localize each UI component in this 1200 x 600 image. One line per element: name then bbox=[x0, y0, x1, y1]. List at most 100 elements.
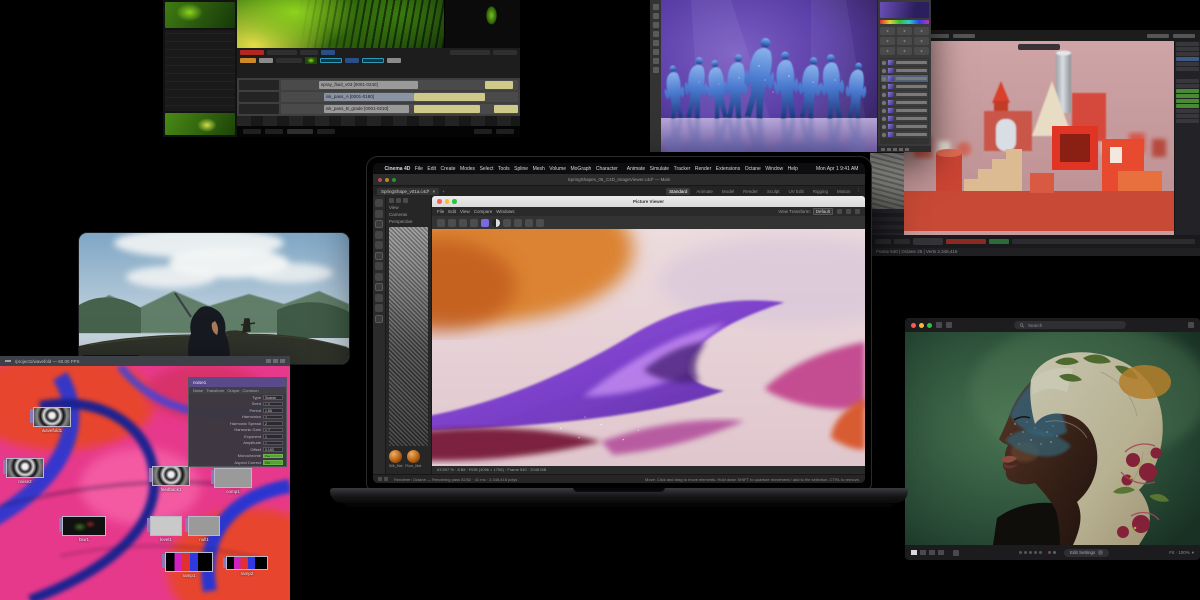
menu-item[interactable]: Octane bbox=[745, 166, 761, 172]
menu-item[interactable]: Render bbox=[695, 166, 711, 172]
status-icon[interactable] bbox=[378, 477, 382, 481]
material-swatch[interactable]: Silk_Mat bbox=[389, 450, 402, 472]
property-row[interactable] bbox=[1176, 109, 1199, 113]
layout-tab[interactable]: Render bbox=[740, 189, 761, 194]
property-row[interactable] bbox=[1176, 84, 1199, 88]
minimize-icon[interactable] bbox=[266, 359, 271, 363]
folder-icon[interactable] bbox=[437, 219, 445, 227]
view-mode-icon[interactable] bbox=[929, 550, 935, 555]
spline-tool-icon[interactable] bbox=[375, 262, 383, 270]
layer-row[interactable] bbox=[881, 99, 928, 106]
view-transform-value[interactable]: Default bbox=[813, 208, 833, 215]
search-input[interactable]: Search bbox=[1014, 321, 1126, 329]
viewlayer-selector[interactable] bbox=[1173, 34, 1195, 38]
param-tab[interactable]: Common bbox=[242, 388, 258, 393]
adjustment-icon[interactable] bbox=[880, 47, 895, 55]
menu-item[interactable]: Cinema 4D bbox=[385, 166, 411, 172]
viewport-header-chip[interactable] bbox=[1018, 44, 1060, 50]
param-tab[interactable]: Noise bbox=[193, 388, 203, 393]
new-layer-icon[interactable] bbox=[899, 148, 903, 151]
select-tool-icon[interactable] bbox=[375, 231, 383, 239]
property-row-keyed[interactable] bbox=[1176, 89, 1199, 93]
material-swatch[interactable]: Floor_Mat bbox=[405, 450, 421, 472]
track-header[interactable] bbox=[239, 80, 279, 90]
adjustment-icon[interactable] bbox=[880, 37, 895, 45]
cube-tool-icon[interactable] bbox=[375, 252, 383, 260]
operator-node[interactable]: feedback1 bbox=[152, 466, 190, 492]
menu-item[interactable]: Volume bbox=[549, 166, 566, 172]
menu-item[interactable]: Character bbox=[596, 166, 618, 172]
cloth-preview-strip[interactable] bbox=[389, 227, 428, 446]
menu-item[interactable]: Compare bbox=[474, 209, 493, 214]
close-icon[interactable] bbox=[280, 359, 285, 363]
timeline-clip[interactable]: ink_pass_A [0001-0180] bbox=[324, 93, 414, 101]
panel-label[interactable]: View bbox=[386, 204, 431, 211]
material-sphere[interactable] bbox=[407, 450, 420, 463]
operator-node[interactable]: null1 bbox=[188, 516, 220, 542]
control-chip[interactable] bbox=[493, 50, 517, 55]
menu-item[interactable]: Mesh bbox=[533, 166, 545, 172]
network-editor[interactable]: wavefold1 noise2 feedback1 comp1 blur1 l… bbox=[0, 366, 290, 600]
scene-selector[interactable] bbox=[1147, 34, 1169, 38]
eye-icon[interactable] bbox=[882, 85, 886, 89]
menu-item[interactable]: Animate bbox=[627, 166, 645, 172]
silk-render-view[interactable] bbox=[432, 229, 865, 466]
param-tab[interactable]: Transform bbox=[206, 388, 224, 393]
close-tab-icon[interactable]: × bbox=[433, 189, 436, 194]
menu-item[interactable]: MoGraph bbox=[570, 166, 591, 172]
adjustment-icon[interactable] bbox=[897, 27, 912, 35]
mode-button[interactable] bbox=[276, 58, 302, 63]
timeline-clip[interactable] bbox=[494, 105, 518, 113]
filter-icon[interactable] bbox=[403, 198, 408, 203]
settings-tool-icon[interactable] bbox=[375, 315, 383, 323]
timeline-chip[interactable] bbox=[894, 239, 910, 244]
control-chip[interactable] bbox=[450, 50, 490, 55]
media-thumbnail[interactable] bbox=[165, 113, 235, 135]
track-header[interactable] bbox=[239, 92, 279, 102]
timeline-track[interactable]: ink_pass_A [0001-0180] bbox=[281, 92, 518, 102]
menu-item[interactable]: Help bbox=[788, 166, 798, 172]
close-button[interactable] bbox=[911, 323, 916, 328]
zoom-icon[interactable] bbox=[514, 219, 522, 227]
menu-item[interactable]: Simulate bbox=[650, 166, 669, 172]
operator-node[interactable]: ramp1 bbox=[165, 552, 213, 578]
blender-viewport[interactable] bbox=[904, 41, 1174, 235]
menu-item[interactable]: Spline bbox=[514, 166, 528, 172]
timecode-field[interactable] bbox=[320, 58, 342, 63]
eye-icon[interactable] bbox=[882, 77, 886, 81]
brush-tool-icon[interactable] bbox=[653, 40, 659, 46]
menu-item[interactable]: File bbox=[437, 209, 444, 214]
menu-item[interactable]: File bbox=[415, 166, 423, 172]
operator-node[interactable]: level1 bbox=[150, 516, 182, 542]
photo-editor-titlebar[interactable]: Search bbox=[905, 318, 1200, 332]
adjustment-icon[interactable] bbox=[880, 27, 895, 35]
zoom-button[interactable] bbox=[392, 178, 396, 182]
move-tool-icon[interactable] bbox=[375, 199, 383, 207]
link-icon[interactable] bbox=[881, 148, 885, 151]
frame-range-chip[interactable] bbox=[946, 239, 986, 244]
fullscreen-icon[interactable] bbox=[525, 219, 533, 227]
timeline-clip[interactable] bbox=[414, 93, 485, 101]
eye-icon[interactable] bbox=[882, 101, 886, 105]
back-icon[interactable] bbox=[946, 322, 952, 328]
brush-icon[interactable] bbox=[953, 550, 959, 556]
star-rating[interactable] bbox=[1019, 551, 1042, 554]
zoom-tool-icon[interactable] bbox=[653, 67, 659, 73]
layout-tab-standard[interactable]: Standard bbox=[666, 188, 690, 195]
crop-tool-icon[interactable] bbox=[653, 31, 659, 37]
operator-node[interactable]: noise2 bbox=[6, 458, 44, 484]
control-chip[interactable] bbox=[300, 50, 318, 55]
layer-row[interactable] bbox=[881, 59, 928, 66]
timeline-clip[interactable] bbox=[485, 81, 513, 89]
layer-row-selected[interactable] bbox=[881, 75, 928, 82]
layout-tab[interactable]: Model bbox=[719, 189, 737, 194]
filter-icon[interactable] bbox=[1188, 322, 1194, 328]
channels-panel[interactable] bbox=[870, 209, 904, 235]
property-row[interactable] bbox=[1176, 79, 1199, 83]
outliner-row-selected[interactable] bbox=[1176, 57, 1199, 61]
panel-icon[interactable] bbox=[846, 209, 851, 214]
property-row-keyed[interactable] bbox=[1176, 94, 1199, 98]
node-graph-preview[interactable] bbox=[444, 0, 520, 48]
channel-icon[interactable] bbox=[503, 219, 511, 227]
workspace-tab[interactable] bbox=[953, 34, 975, 38]
